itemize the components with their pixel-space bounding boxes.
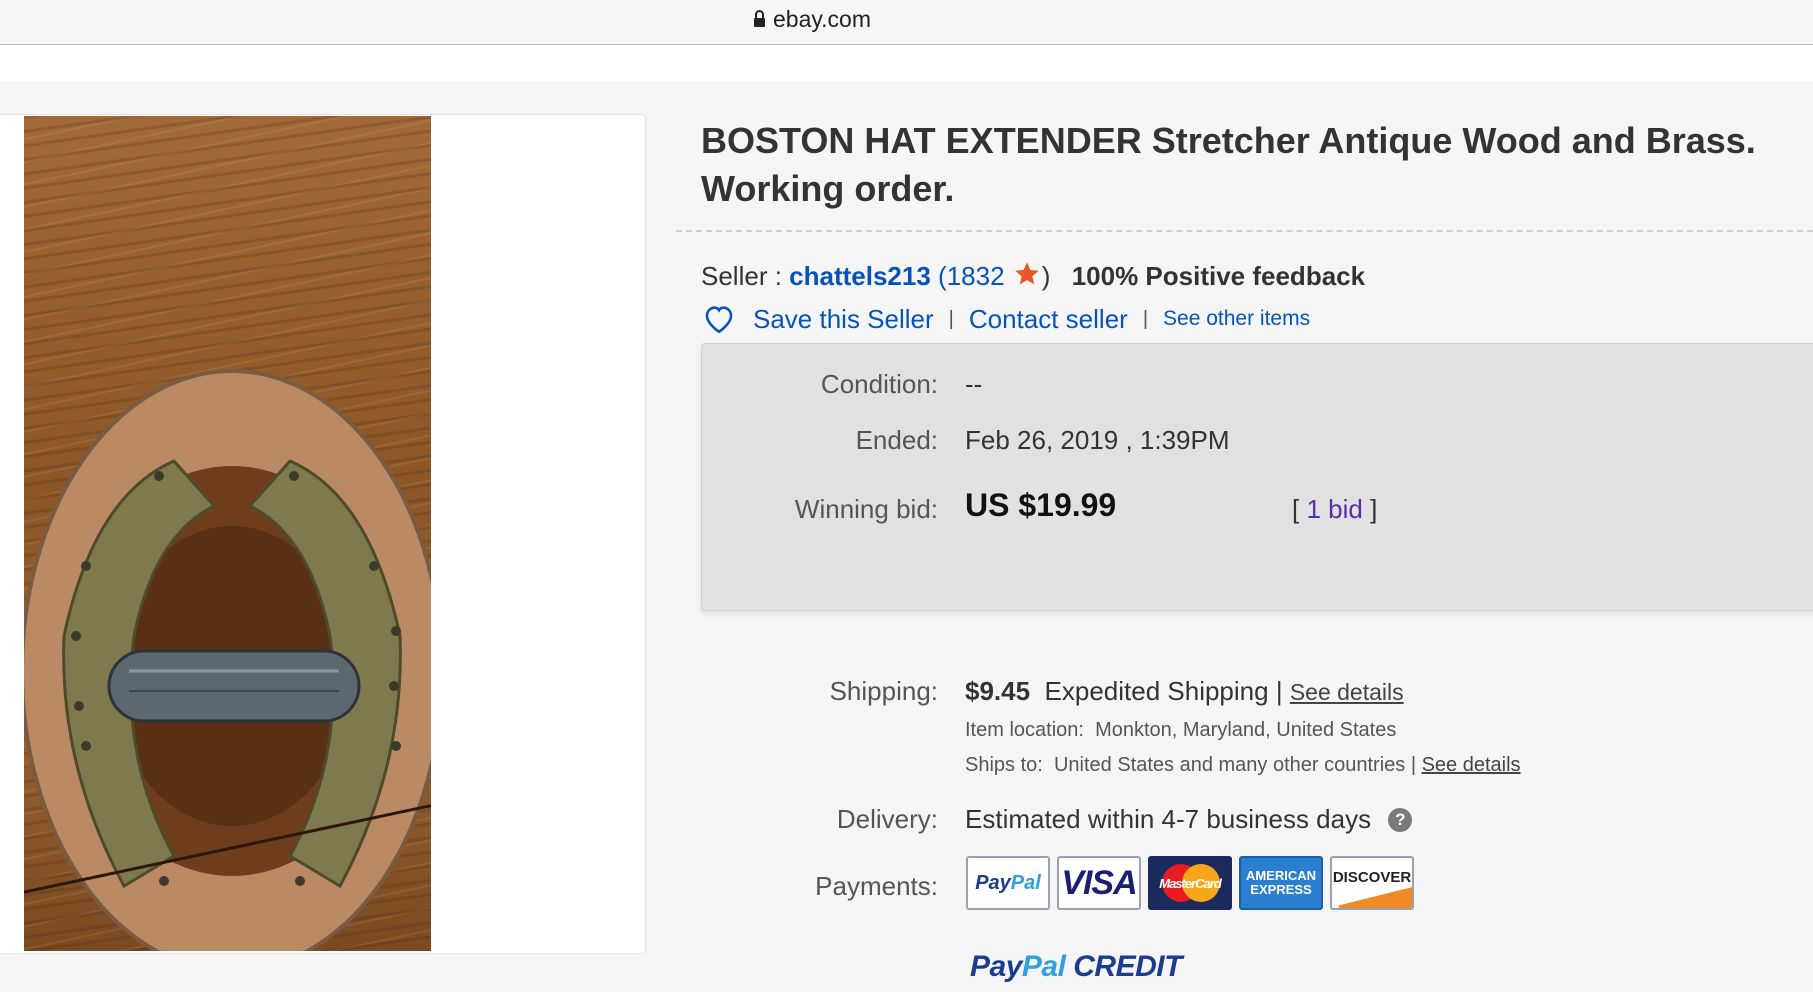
shipping-summary: $9.45 Expedited Shipping | See details [965,676,1404,707]
browser-address-bar[interactable]: ebay.com [0,0,1813,45]
amex-logo: AMERICAN EXPRESS [1239,856,1323,910]
delivery-estimate: Estimated within 4-7 business days [965,804,1372,834]
bid-history: [ 1 bid ] [1292,494,1377,525]
paypal-logo: Pay Pal [966,856,1050,910]
shipping-method: Expedited Shipping | [1044,676,1283,706]
discover-text: DISCOVER [1332,868,1412,886]
feedback-score-link[interactable]: 1832 [947,261,1005,291]
mastercard-text: MasterCard [1159,875,1222,891]
payments-label: Payments: [815,871,938,901]
see-other-items-link[interactable]: See other items [1163,307,1310,331]
visa-logo: VISA [1057,856,1141,910]
winning-bid-price: US $19.99 [965,487,1117,523]
ships-to-label: Ships to: [965,754,1043,776]
url-text: ebay.com [773,6,872,32]
title-divider [676,230,1813,232]
star-icon [1015,262,1039,285]
paypal-credit-logo: PayPal CREDIT [970,950,1182,984]
discover-logo: DISCOVER [1330,856,1414,910]
paypal-text-2: Pal [1010,871,1041,894]
ended-label: Ended: [855,425,938,455]
bid-close-bracket: ] [1370,494,1378,524]
paypal-text-1: Pay [975,871,1011,894]
credit-text-1: Pay [970,950,1022,983]
save-seller-link[interactable]: Save this Seller [753,304,934,335]
positive-feedback: 100% Positive feedback [1071,261,1366,291]
separator: | [948,307,954,330]
contact-seller-link[interactable]: Contact seller [969,304,1128,335]
separator: | [1142,307,1149,330]
lock-icon [754,10,765,27]
delivery-label: Delivery: [836,804,938,834]
item-title: BOSTON HAT EXTENDER Stretcher Antique Wo… [701,120,1756,209]
hat-extender-image [24,369,431,951]
payment-methods: Pay Pal VISA MasterCard AMERICAN EXPRESS … [966,856,1414,910]
item-photo[interactable] [24,116,431,951]
credit-text-3: CREDIT [1065,950,1182,983]
condition-value: -- [965,369,983,399]
winning-bid-label: Winning bid: [794,494,938,524]
ships-to-details-link[interactable]: See details [1422,754,1521,776]
condition-label: Condition: [820,369,938,399]
seller-actions: Save this Seller | Contact seller | See … [701,302,1310,336]
mastercard-logo: MasterCard [1148,856,1232,910]
url-display[interactable]: ebay.com [754,6,871,33]
header-strip [0,45,1813,81]
seller-name-link[interactable]: chattels213 [789,261,931,291]
delivery-value: Estimated within 4-7 business days ? [965,804,1413,835]
item-location: Item location: Monkton, Maryland, United… [965,719,1396,742]
item-location-value: Monkton, Maryland, United States [1095,719,1397,741]
bid-count-link[interactable]: 1 bid [1306,494,1362,524]
seller-info: Seller : chattels213 (1832 ) 100% Positi… [701,260,1365,292]
close-paren: ) [1041,261,1051,291]
open-paren: ( [938,261,947,291]
shipping-label: Shipping: [829,676,938,706]
ended-value: Feb 26, 2019 , 1:39PM [965,425,1230,455]
shipping-details-link[interactable]: See details [1290,679,1404,705]
ships-to: Ships to: United States and many other c… [965,754,1521,777]
item-location-label: Item location: [965,719,1084,741]
seller-label: Seller : [701,261,782,291]
bid-open-bracket: [ [1292,494,1300,524]
ships-to-value: United States and many other countries | [1053,754,1417,776]
shipping-price: $9.45 [965,676,1031,706]
help-icon[interactable]: ? [1388,808,1413,832]
credit-text-2: Pal [1021,950,1066,983]
heart-icon[interactable] [701,302,737,336]
